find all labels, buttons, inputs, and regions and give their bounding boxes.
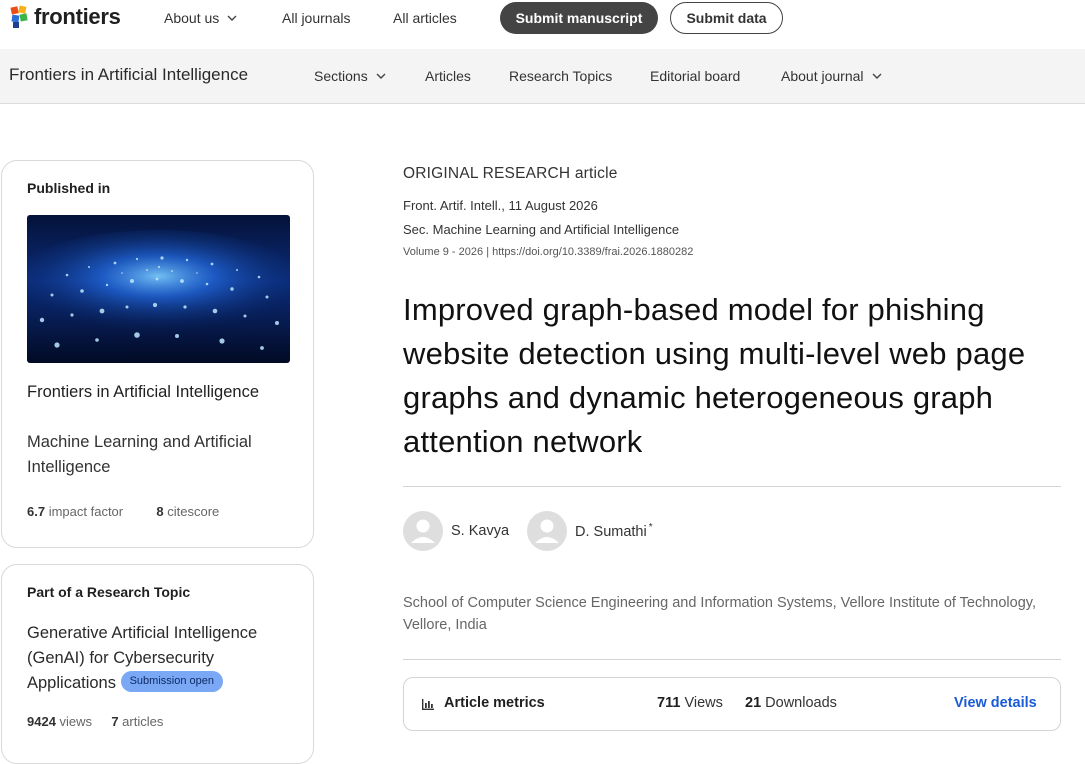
topic-articles-value: 7 [111,714,119,729]
article-downloads: 21 Downloads [745,695,837,711]
frontiers-logo[interactable]: frontiers [9,4,121,30]
research-topic-title[interactable]: Generative Artificial Intelligence (GenA… [27,621,302,696]
frontiers-logo-icon [10,5,28,28]
views-value: 711 [657,695,681,711]
journal-nav-research-topics[interactable]: Research Topics [509,68,612,84]
journal-cover-image[interactable] [27,215,290,363]
journal-navigation-bar: Frontiers in Artificial Intelligence Sec… [0,49,1085,104]
topic-articles-label: articles [122,714,164,729]
divider [403,659,1061,660]
downloads-value: 21 [745,695,762,711]
impact-factor-label: impact factor [48,504,124,519]
author-d-sumathi[interactable]: D. Sumathi * [527,511,653,551]
views-label: Views [684,695,723,711]
article-title: Improved graph-based model for phishing … [403,292,1026,459]
nav-about-us[interactable]: About us [164,9,237,27]
author-name: D. Sumathi * [575,522,653,540]
chevron-down-icon [872,73,882,79]
research-topic-stats: 9424 views 7 articles [27,714,163,729]
nav-all-articles-label: All articles [393,10,457,26]
research-topic-card: Part of a Research Topic Generative Arti… [1,564,314,764]
article-citation: Front. Artif. Intell., 11 August 2026 [403,198,598,213]
submit-data-button[interactable]: Submit data [670,2,783,34]
article-volume-doi: Volume 9 - 2026 | https://doi.org/10.338… [403,246,693,258]
article-section[interactable]: Sec. Machine Learning and Artificial Int… [403,222,679,237]
chevron-down-icon [227,15,237,21]
avatar-icon [527,511,567,551]
article-metrics-box: Article metrics 711 Views 21 Downloads V… [403,677,1061,731]
author-affiliation: School of Computer Science Engineering a… [403,595,1036,633]
journal-nav-sections-label: Sections [314,68,368,84]
topic-views-label: views [59,714,93,729]
published-section-name[interactable]: Machine Learning and Artificial Intellig… [27,430,297,480]
submission-open-badge: Submission open [120,671,223,693]
bar-chart-icon [422,699,434,710]
article-volume: Volume 9 - 2026 [403,246,484,258]
article-views: 711 Views [657,695,723,711]
journal-cover-graphic [27,215,290,363]
submit-manuscript-button[interactable]: Submit manuscript [500,2,658,34]
journal-nav-about-journal[interactable]: About journal [781,68,882,84]
citescore-label: citescore [167,504,220,519]
corresponding-author-mark: * [648,522,653,534]
journal-nav-articles[interactable]: Articles [425,68,471,84]
published-in-heading: Published in [27,180,111,196]
downloads-label: Downloads [765,695,837,711]
author-name-text: S. Kavya [451,523,510,539]
journal-nav-research-topics-label: Research Topics [509,68,613,84]
logo-text: frontiers [34,4,121,29]
journal-title-link[interactable]: Frontiers in Artificial Intelligence [9,65,248,85]
top-navigation-bar: frontiers About us All journals All arti… [0,0,1085,49]
journal-nav-about-journal-label: About journal [781,68,864,84]
nav-all-articles[interactable]: All articles [393,9,457,27]
citescore-value: 8 [156,504,164,519]
author-name-text: D. Sumathi [575,523,647,540]
doi-link[interactable]: https://doi.org/10.3389/frai.2026.188028… [492,246,693,258]
journal-nav-editorial-board[interactable]: Editorial board [650,68,740,84]
nav-all-journals[interactable]: All journals [282,9,350,27]
journal-nav-sections[interactable]: Sections [314,68,386,84]
divider [403,486,1061,487]
impact-factor-value: 6.7 [27,504,46,519]
published-journal-name[interactable]: Frontiers in Artificial Intelligence [27,380,297,405]
chevron-down-icon [376,73,386,79]
author-s-kavya[interactable]: S. Kavya [403,511,509,551]
journal-nav-articles-label: Articles [425,68,471,84]
topic-views-value: 9424 [27,714,56,729]
avatar-icon [403,511,443,551]
nav-about-us-label: About us [164,10,220,26]
published-in-card: Published in Frontiers in Artificial Int… [1,160,314,548]
article-metrics-title: Article metrics [444,695,545,711]
journal-nav-editorial-board-label: Editorial board [650,68,741,84]
research-topic-heading: Part of a Research Topic [27,584,191,600]
author-name: S. Kavya [451,523,509,539]
nav-all-journals-label: All journals [282,10,351,26]
journal-metrics: 6.7 impact factor 8 citescore [27,504,219,519]
article-type: ORIGINAL RESEARCH article [403,165,618,182]
view-details-link[interactable]: View details [954,695,1037,711]
